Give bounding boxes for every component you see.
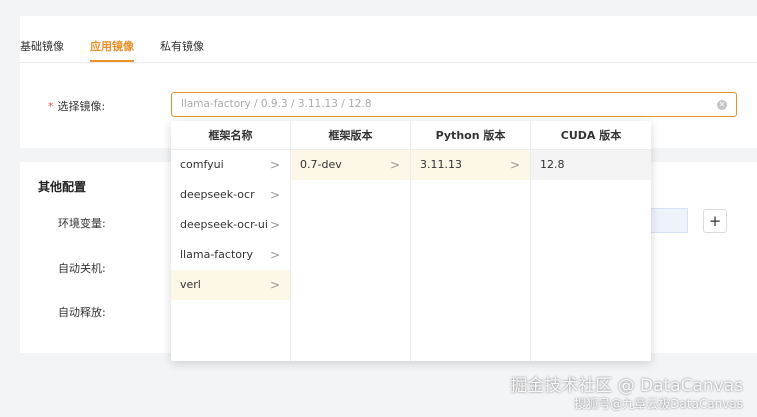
column-header-cuda-version: CUDA 版本 <box>531 121 651 150</box>
column-header-framework-version: 框架版本 <box>291 121 410 150</box>
auto-release-label: 自动释放: <box>58 306 106 319</box>
tab-app-image[interactable]: 应用镜像 <box>90 28 134 62</box>
cascader-column-framework-version: 框架版本 0.7-dev > <box>291 121 411 361</box>
framework-version-option[interactable]: 0.7-dev > <box>291 150 410 180</box>
image-cascader-dropdown: 框架名称 comfyui > deepseek-ocr > deepseek-ocr… <box>171 121 651 361</box>
watermark: 掘金技术社区 @ DataCanvas 搜狐号@九章云极DataCanvas <box>510 376 743 412</box>
tab-divider <box>20 62 757 63</box>
watermark-line-1: 掘金技术社区 @ DataCanvas <box>510 376 743 396</box>
tab-base-image[interactable]: 基础镜像 <box>20 28 64 62</box>
cascader-column-cuda-version: CUDA 版本 12.8 <box>531 121 651 361</box>
env-var-label: 环境变量: <box>58 217 106 230</box>
image-field-label-text: 选择镜像: <box>57 100 106 113</box>
add-env-var-button[interactable]: + <box>703 209 727 233</box>
chevron-right-icon: > <box>269 158 280 172</box>
image-select-value: llama-factory / 0.9.3 / 3.11.13 / 12.8 <box>181 98 372 110</box>
framework-option-verl[interactable]: verl > <box>171 270 290 300</box>
cascader-column-python-version: Python 版本 3.11.13 > <box>411 121 531 361</box>
watermark-line-2: 搜狐号@九章云极DataCanvas <box>574 397 743 411</box>
cuda-version-option[interactable]: 12.8 <box>531 150 651 180</box>
auto-shutdown-label: 自动关机: <box>58 262 106 275</box>
framework-option-deepseek-ocr-ui[interactable]: deepseek-ocr-ui > <box>171 210 290 240</box>
column-header-python-version: Python 版本 <box>411 121 530 150</box>
framework-option-llama-factory[interactable]: llama-factory > <box>171 240 290 270</box>
required-mark: * <box>48 100 54 113</box>
chevron-right-icon: > <box>269 218 280 232</box>
framework-option-comfyui[interactable]: comfyui > <box>171 150 290 180</box>
chevron-right-icon: > <box>269 248 280 262</box>
chevron-right-icon: > <box>509 158 520 172</box>
image-select[interactable]: llama-factory / 0.9.3 / 3.11.13 / 12.8 ✕ <box>171 92 737 117</box>
chevron-right-icon: > <box>269 188 280 202</box>
framework-option-deepseek-ocr[interactable]: deepseek-ocr > <box>171 180 290 210</box>
chevron-right-icon: > <box>269 278 280 292</box>
env-var-input[interactable] <box>650 208 688 233</box>
chevron-right-icon: > <box>389 158 400 172</box>
tab-private-image[interactable]: 私有镜像 <box>160 28 204 62</box>
python-version-option[interactable]: 3.11.13 > <box>411 150 530 180</box>
clear-icon[interactable]: ✕ <box>717 100 727 110</box>
image-field-label: * 选择镜像: <box>48 98 105 114</box>
other-config-title: 其他配置 <box>38 180 87 194</box>
cascader-column-framework: 框架名称 comfyui > deepseek-ocr > deepseek-ocr… <box>171 121 291 361</box>
image-type-tabs: 基础镜像 应用镜像 私有镜像 <box>20 28 230 62</box>
column-header-framework-name: 框架名称 <box>171 121 290 150</box>
